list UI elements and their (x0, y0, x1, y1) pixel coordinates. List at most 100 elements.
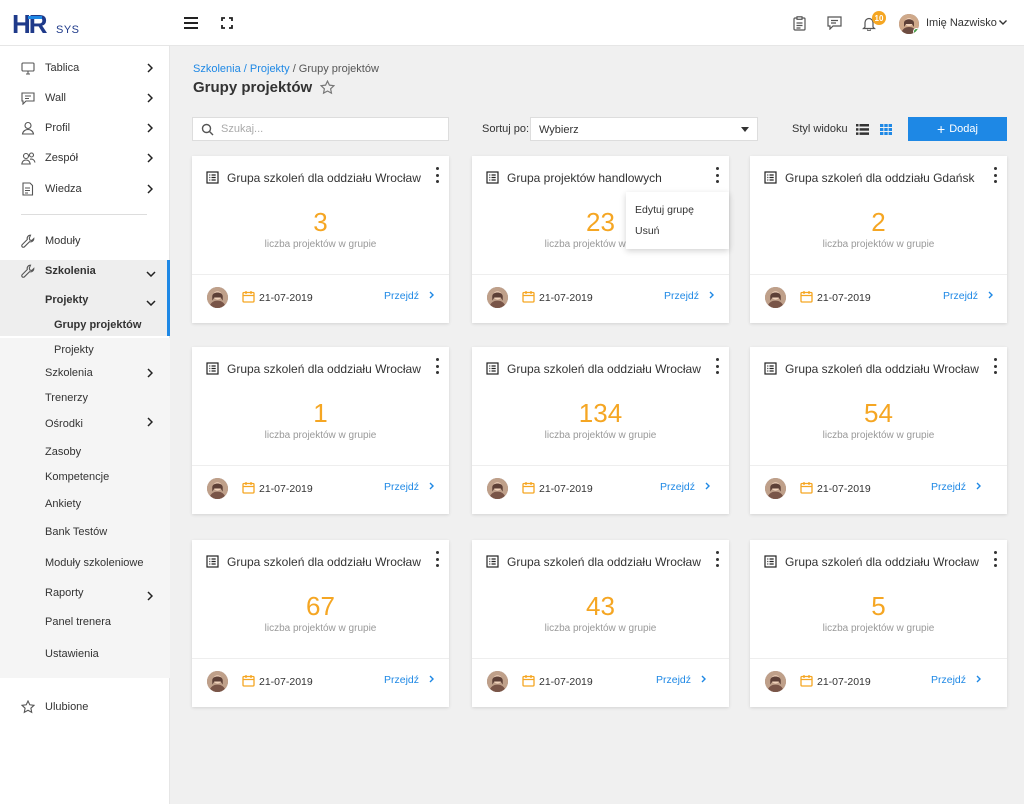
sort-select[interactable]: Wybierz (530, 117, 758, 141)
sidebar-item-zespol[interactable]: Zespół (0, 144, 170, 172)
add-button[interactable]: + Dodaj (908, 117, 1007, 141)
avatar[interactable] (487, 478, 508, 499)
breadcrumb-current: / Grupy projektów (292, 63, 379, 75)
sidebar-item-szkolenia[interactable]: Szkolenia (0, 257, 170, 285)
view-style-label: Styl widoku (792, 123, 848, 135)
search-input[interactable] (221, 121, 441, 137)
go-link[interactable]: Przejdź (660, 481, 711, 493)
more-vertical-icon[interactable] (992, 358, 998, 374)
more-vertical-icon[interactable] (714, 167, 720, 183)
go-link[interactable]: Przejdź (656, 674, 707, 686)
chevron-right-icon (429, 481, 435, 493)
avatar[interactable] (487, 287, 508, 308)
go-link[interactable]: Przejdź (931, 674, 982, 686)
go-link[interactable]: Przejdź (384, 481, 435, 493)
sidebar-item-zasoby[interactable]: Zasoby (0, 438, 170, 466)
more-vertical-icon[interactable] (992, 167, 998, 183)
chevron-down-icon[interactable] (998, 14, 1008, 32)
project-group-card[interactable]: Grupa szkoleń dla oddziału Wrocław 43 licz… (472, 540, 729, 707)
avatar[interactable] (207, 287, 228, 308)
sidebar-item-kompetencje[interactable]: Kompetencje (0, 463, 170, 491)
sidebar-item-wall[interactable]: Wall (0, 84, 170, 112)
avatar[interactable] (765, 671, 786, 692)
sidebar-item-label: Grupy projektów (54, 319, 142, 331)
chevron-right-icon (701, 674, 707, 686)
project-group-card[interactable]: Grupa szkoleń dla oddziału Wrocław 67 licz… (192, 540, 449, 707)
avatar[interactable] (765, 478, 786, 499)
project-group-card[interactable]: Grupa szkoleń dla oddziału Gdańsk 2 liczba… (750, 156, 1007, 323)
go-link[interactable]: Przejdź (664, 290, 715, 302)
sidebar-item-moduly-szkoleniowe[interactable]: Moduły szkoleniowe (0, 549, 170, 577)
sidebar-item-moduly[interactable]: Moduły (0, 227, 170, 255)
project-count: 3 (313, 207, 328, 237)
more-vertical-icon[interactable] (992, 551, 998, 567)
more-vertical-icon[interactable] (434, 551, 440, 567)
sidebar-item-osrodki[interactable]: Ośrodki (0, 410, 170, 438)
chevron-right-icon (976, 674, 982, 686)
go-link-label: Przejdź (943, 290, 979, 302)
star-icon[interactable] (319, 79, 336, 100)
sidebar-item-ankiety[interactable]: Ankiety (0, 490, 170, 518)
sidebar-item-label: Raporty (45, 587, 84, 599)
more-vertical-icon[interactable] (434, 167, 440, 183)
go-link[interactable]: Przejdź (384, 674, 435, 686)
sidebar-item-wiedza[interactable]: Wiedza (0, 175, 170, 203)
project-group-card[interactable]: Grupa szkoleń dla oddziału Wrocław 1 liczb… (192, 347, 449, 514)
list-view-icon[interactable] (856, 122, 869, 140)
avatar[interactable] (207, 671, 228, 692)
avatar[interactable] (765, 287, 786, 308)
chevron-right-icon (147, 93, 154, 106)
card-title: Grupa szkoleń dla oddziału Wrocław (227, 555, 421, 569)
go-link-label: Przejdź (656, 674, 692, 686)
user-name[interactable]: Imię Nazwisko (926, 17, 997, 29)
more-vertical-icon[interactable] (714, 551, 720, 567)
calendar-icon (800, 481, 813, 499)
chat-icon[interactable] (825, 14, 843, 32)
more-vertical-icon[interactable] (434, 358, 440, 374)
avatar[interactable] (207, 478, 228, 499)
sidebar-item-bank-testow[interactable]: Bank Testów (0, 518, 170, 546)
menu-item-edit-group[interactable]: Edytuj grupę (635, 204, 694, 216)
sidebar-item-panel-trenera[interactable]: Panel trenera (0, 608, 170, 636)
document-list-icon (206, 171, 219, 189)
go-link-label: Przejdź (664, 290, 700, 302)
go-link-label: Przejdź (660, 481, 696, 493)
go-link[interactable]: Przejdź (943, 290, 994, 302)
project-group-card[interactable]: Grupa szkoleń dla oddziału Wrocław 54 licz… (750, 347, 1007, 514)
menu-icon[interactable] (182, 14, 200, 32)
app-logo[interactable]: HR SYS (12, 10, 82, 38)
document-list-icon (764, 171, 777, 189)
chevron-right-icon (709, 290, 715, 302)
breadcrumb-szkolenia[interactable]: Szkolenia (193, 63, 241, 75)
project-count-label: liczba projektów w grupie (544, 430, 657, 441)
sidebar-item-szkolenia-sub[interactable]: Szkolenia (0, 359, 170, 387)
card-title: Grupa szkoleń dla oddziału Wrocław (227, 171, 421, 185)
fullscreen-icon[interactable] (218, 14, 236, 32)
go-link[interactable]: Przejdź (931, 481, 982, 493)
menu-item-delete[interactable]: Usuń (635, 225, 660, 237)
sidebar-item-tablica[interactable]: Tablica (0, 54, 170, 82)
project-group-card[interactable]: Grupa szkoleń dla oddziału Wrocław 134 lic… (472, 347, 729, 514)
sidebar-item-ustawienia[interactable]: Ustawienia (0, 640, 170, 668)
sidebar-item-projekty[interactable]: Projekty (0, 286, 170, 314)
go-link[interactable]: Przejdź (384, 290, 435, 302)
sidebar-item-raporty[interactable]: Raporty (0, 579, 170, 607)
sidebar-item-ulubione[interactable]: Ulubione (0, 693, 170, 721)
project-group-card[interactable]: Grupa szkoleń dla oddziału Wrocław 5 liczb… (750, 540, 1007, 707)
grid-view-icon[interactable] (880, 122, 892, 140)
chevron-down-icon (146, 268, 156, 280)
card-date: 21-07-2019 (817, 483, 871, 495)
card-date: 21-07-2019 (817, 676, 871, 688)
sidebar-item-label: Szkolenia (45, 367, 93, 379)
sidebar-item-profil[interactable]: Profil (0, 114, 170, 142)
sort-label: Sortuj po: (482, 123, 530, 135)
user-avatar[interactable] (899, 14, 919, 34)
sidebar-item-label: Wiedza (45, 183, 82, 195)
sidebar-item-grupy-projektow[interactable]: Grupy projektów (0, 311, 170, 339)
project-group-card[interactable]: Grupa szkoleń dla oddziału Wrocław 3 liczb… (192, 156, 449, 323)
more-vertical-icon[interactable] (714, 358, 720, 374)
sidebar-item-trenerzy[interactable]: Trenerzy (0, 384, 170, 412)
breadcrumb-projekty[interactable]: / Projekty (244, 63, 290, 75)
avatar[interactable] (487, 671, 508, 692)
clipboard-icon[interactable] (790, 14, 808, 32)
